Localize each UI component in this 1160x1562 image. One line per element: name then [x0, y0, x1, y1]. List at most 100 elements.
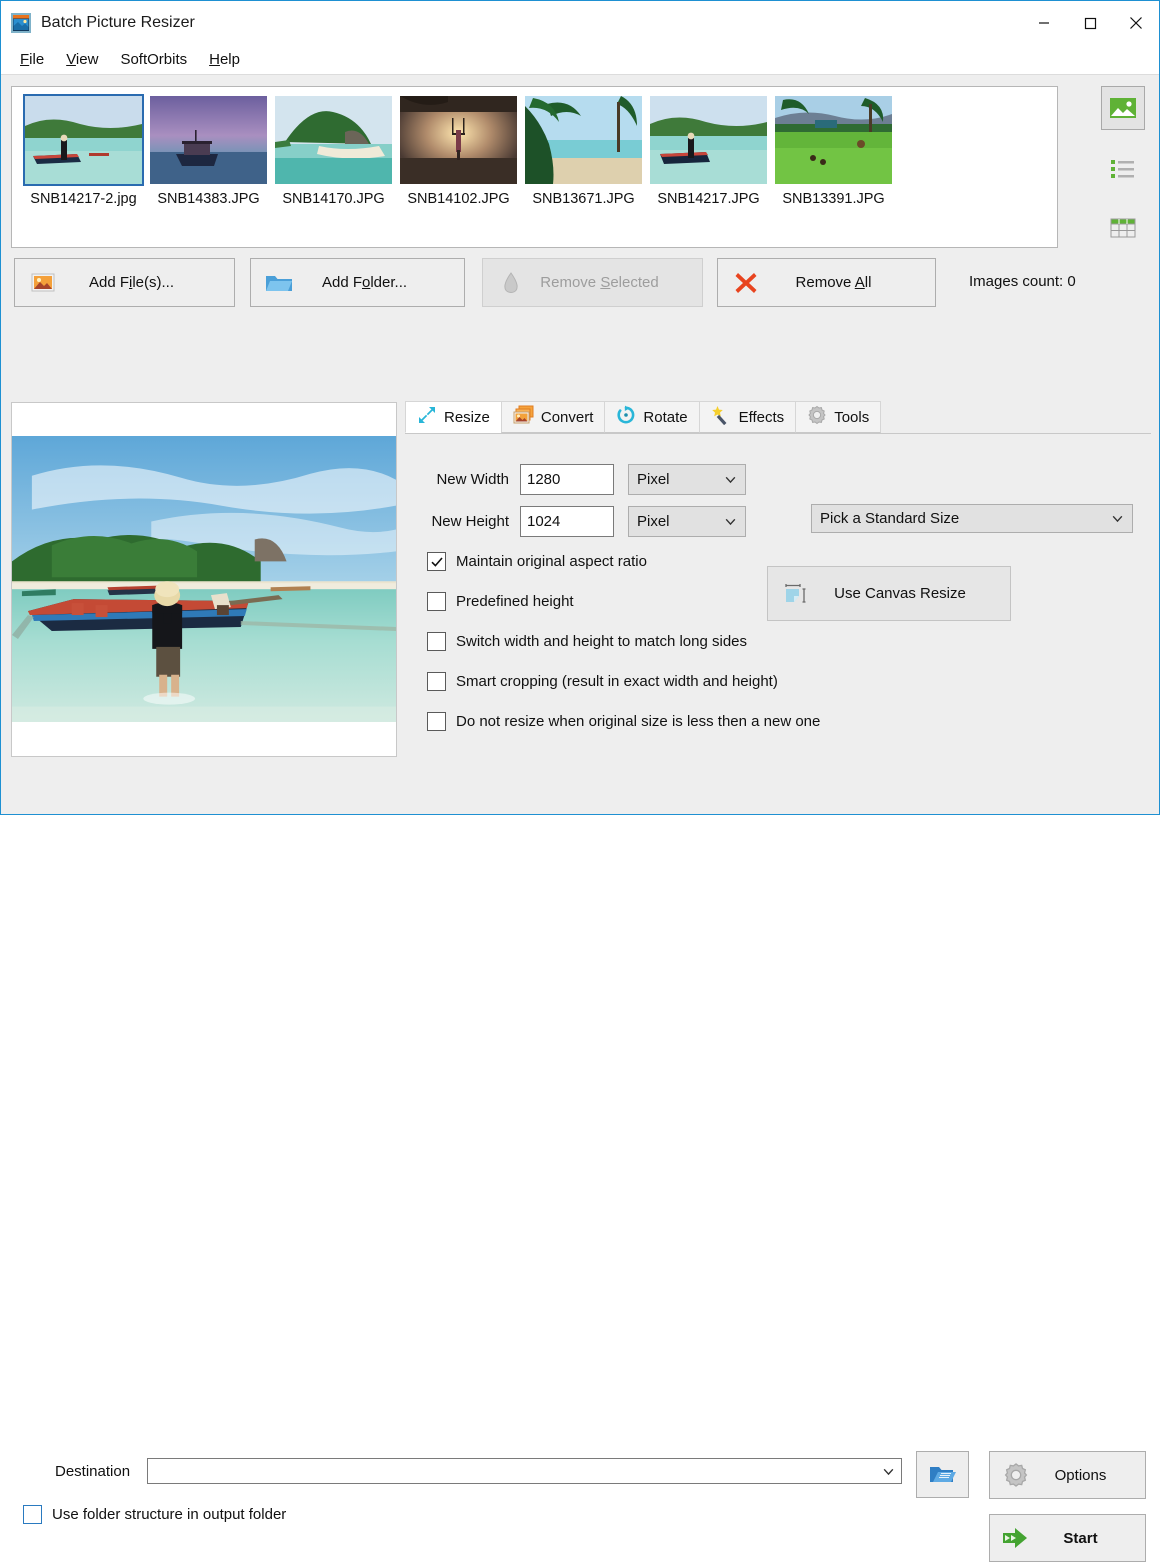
eraser-icon [483, 271, 539, 295]
start-button[interactable]: Start [989, 1514, 1146, 1562]
tab-strip: Resize Convert [405, 402, 1151, 434]
list-icon [1109, 156, 1137, 180]
remove-selected-label: Remove Selected [539, 274, 702, 291]
menu-file[interactable]: FFileile [11, 48, 53, 71]
checkbox-box[interactable] [427, 712, 446, 731]
table-icon [1109, 216, 1137, 240]
checkbox-use-folder-structure[interactable]: Use folder structure in output folder [23, 1505, 286, 1524]
new-height-unit-select[interactable]: Pixel [628, 506, 746, 537]
image-icon [1109, 96, 1137, 120]
table-view-button[interactable] [1101, 206, 1145, 250]
new-width-unit-select[interactable]: Pixel [628, 464, 746, 495]
rotate-circle-icon [616, 405, 636, 429]
checkbox-label: Predefined height [456, 593, 574, 610]
destination-input[interactable] [147, 1458, 902, 1484]
browse-destination-button[interactable] [916, 1451, 969, 1498]
image-preview-panel[interactable] [11, 402, 397, 757]
chevron-down-icon [1111, 512, 1124, 525]
green-arrow-icon [990, 1526, 1042, 1550]
new-width-unit-value: Pixel [637, 471, 724, 488]
thumbnail-item[interactable]: SNB14170.JPG [271, 96, 396, 207]
new-height-input[interactable] [520, 506, 614, 537]
thumbnail-label: SNB14383.JPG [157, 191, 259, 207]
checkbox-label: Do not resize when original size is less… [456, 713, 820, 730]
destination-label: Destination [55, 1463, 130, 1480]
tab-rotate[interactable]: Rotate [604, 401, 699, 433]
application-window: Batch Picture Resizer FFileile View Soft… [0, 0, 1160, 815]
gear-icon [990, 1462, 1042, 1488]
thumbnail-image[interactable] [150, 96, 267, 184]
thumbnail-image[interactable] [775, 96, 892, 184]
app-icon [10, 12, 32, 34]
thumbnail-view-button[interactable] [1101, 86, 1145, 130]
add-folder-button[interactable]: Add Folder... [250, 258, 465, 307]
checkbox-maintain-aspect-ratio[interactable]: Maintain original aspect ratio [427, 552, 647, 571]
add-files-label: Add File(s)... [71, 274, 234, 291]
thumbnail-item[interactable]: SNB13391.JPG [771, 96, 896, 207]
settings-tabs: Resize Convert [405, 402, 1151, 757]
tab-resize-label: Resize [444, 409, 490, 426]
tab-resize[interactable]: Resize [405, 401, 502, 433]
remove-all-button[interactable]: Remove All [717, 258, 936, 307]
tab-convert[interactable]: Convert [501, 401, 606, 433]
thumbnail-item[interactable]: SNB14383.JPG [146, 96, 271, 207]
standard-size-select[interactable]: Pick a Standard Size [811, 504, 1133, 533]
use-canvas-resize-label: Use Canvas Resize [824, 585, 1010, 602]
close-button[interactable] [1113, 1, 1159, 45]
list-view-button[interactable] [1101, 146, 1145, 190]
chevron-down-icon [882, 1465, 895, 1478]
check-icon [430, 555, 444, 569]
add-files-button[interactable]: Add File(s)... [14, 258, 235, 307]
checkbox-box[interactable] [427, 552, 446, 571]
remove-selected-button[interactable]: Remove Selected [482, 258, 703, 307]
thumbnail-image[interactable] [650, 96, 767, 184]
view-mode-buttons [1101, 86, 1151, 248]
checkbox-box[interactable] [427, 672, 446, 691]
checkbox-predefined-height[interactable]: Predefined height [427, 592, 574, 611]
options-label: Options [1042, 1467, 1145, 1484]
thumbnail-image[interactable] [25, 96, 142, 184]
start-label: Start [1042, 1530, 1145, 1547]
new-height-label: New Height [405, 513, 520, 530]
workspace: SNB14217-2.jpg [1, 75, 1159, 814]
thumbnail-item[interactable]: SNB14217-2.jpg [21, 96, 146, 207]
thumbnail-item[interactable]: SNB13671.JPG [521, 96, 646, 207]
window-title: Batch Picture Resizer [41, 14, 195, 32]
thumbnail-label: SNB14170.JPG [282, 191, 384, 207]
canvas-resize-icon [768, 580, 824, 608]
thumbnail-label: SNB13391.JPG [782, 191, 884, 207]
add-folder-label: Add Folder... [307, 274, 464, 291]
menu-softorbits[interactable]: SoftOrbits [111, 48, 196, 71]
maximize-button[interactable] [1067, 1, 1113, 45]
checkbox-box[interactable] [427, 592, 446, 611]
thumbnail-label: SNB14102.JPG [407, 191, 509, 207]
resize-panel: New Width Pixel New Height Pixel [405, 434, 1151, 756]
thumbnail-item[interactable]: SNB14217.JPG [646, 96, 771, 207]
preview-image [12, 436, 396, 724]
thumbnail-image[interactable] [525, 96, 642, 184]
checkbox-switch-width-height[interactable]: Switch width and height to match long si… [427, 632, 747, 651]
checkbox-do-not-resize-smaller[interactable]: Do not resize when original size is less… [427, 712, 820, 731]
menu-view[interactable]: View [57, 48, 107, 71]
options-button[interactable]: Options [989, 1451, 1146, 1499]
tab-effects[interactable]: Effects [699, 401, 797, 433]
thumbnail-image[interactable] [275, 96, 392, 184]
tab-tools[interactable]: Tools [795, 401, 881, 433]
red-x-icon [718, 271, 774, 295]
thumbnail-list[interactable]: SNB14217-2.jpg [11, 86, 1058, 248]
tab-effects-label: Effects [739, 409, 785, 426]
thumbnail-item[interactable]: SNB14102.JPG [396, 96, 521, 207]
checkbox-label: Switch width and height to match long si… [456, 633, 747, 650]
use-canvas-resize-button[interactable]: Use Canvas Resize [767, 566, 1011, 621]
minimize-button[interactable] [1021, 1, 1067, 45]
thumbnail-image[interactable] [400, 96, 517, 184]
menu-help[interactable]: Help [200, 48, 249, 71]
new-width-input[interactable] [520, 464, 614, 495]
checkbox-box[interactable] [23, 1505, 42, 1524]
checkbox-box[interactable] [427, 632, 446, 651]
thumbnail-label: SNB14217-2.jpg [30, 191, 136, 207]
tab-rotate-label: Rotate [643, 409, 687, 426]
checkbox-smart-cropping[interactable]: Smart cropping (result in exact width an… [427, 672, 778, 691]
thumbnail-label: SNB13671.JPG [532, 191, 634, 207]
open-folder-icon [929, 1464, 957, 1486]
